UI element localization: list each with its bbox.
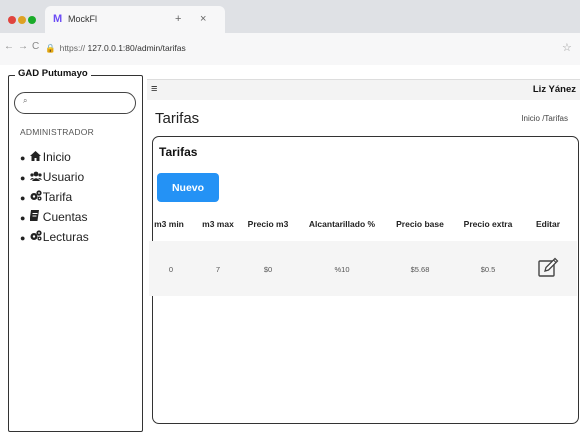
zoom-window-dot[interactable]	[28, 16, 36, 24]
gears-icon	[30, 228, 43, 248]
gears-icon	[30, 188, 43, 208]
bullet-icon: ●	[20, 233, 26, 243]
lock-icon: 🔒	[45, 43, 56, 53]
users-icon	[29, 168, 43, 188]
column-header-editar: Editar	[535, 219, 561, 229]
bullet-icon: ●	[20, 193, 26, 203]
bullet-icon: ●	[20, 153, 26, 163]
bullet-icon: ●	[20, 213, 26, 223]
edit-icon[interactable]	[537, 257, 559, 279]
sidebar-search-input[interactable]: ⌕	[14, 92, 136, 114]
new-button[interactable]: Nuevo	[157, 173, 219, 202]
sidebar-item-label: Usuario	[42, 170, 85, 184]
menu-icon[interactable]: ≡	[151, 83, 157, 95]
sidebar-title: GAD Putumayo	[15, 68, 91, 79]
search-icon: ⌕	[23, 96, 28, 105]
sidebar-section-label: ADMINISTRADOR	[20, 127, 94, 137]
minimize-window-dot[interactable]	[18, 16, 26, 24]
column-header-precio-extra: Precio extra	[463, 219, 513, 229]
sidebar-item-lecturas[interactable]: ● Lecturas	[20, 227, 89, 247]
table-row: 0 7 $0 %10 $5.68 $0.5	[149, 241, 577, 296]
cell-alcantarillado: %10	[334, 265, 350, 274]
page-title: Tarifas	[155, 110, 200, 127]
table-header: m3 min m3 max Precio m3 Alcantarillado %…	[153, 219, 578, 233]
tarifas-card: Tarifas Nuevo m3 min m3 max Precio m3 Al…	[149, 136, 579, 424]
url-path: 127.0.0.1:80/admin/tarifas	[87, 43, 186, 53]
breadcrumb[interactable]: Inicio /Tarifas	[521, 114, 568, 123]
cell-precio-m3: $0	[263, 265, 273, 274]
user-name[interactable]: Liz Yánez	[533, 84, 576, 95]
close-window-dot[interactable]	[8, 16, 16, 24]
sidebar-item-tarifa[interactable]: ● Tarifa	[20, 187, 89, 207]
forward-icon[interactable]: →	[18, 41, 28, 52]
sidebar-item-label: Cuentas	[42, 210, 88, 224]
back-icon[interactable]: ←	[4, 41, 14, 52]
cell-precio-extra: $0.5	[480, 265, 496, 274]
new-tab-button[interactable]: +	[175, 6, 181, 33]
top-navbar: ≡ Liz Yánez	[147, 79, 580, 100]
page-content: GAD Putumayo ⌕ ADMINISTRADOR ● Inicio ● …	[0, 65, 580, 437]
column-header-precio-base: Precio base	[396, 219, 444, 229]
url-field[interactable]: 🔒 https:// 127.0.0.1:80/admin/tarifas	[45, 39, 545, 57]
bookmark-star-icon[interactable]: ☆	[562, 41, 572, 54]
cell-m3-min: 0	[168, 265, 174, 274]
column-header-m3-min: m3 min	[154, 219, 184, 229]
main-content: ≡ Liz Yánez Tarifas Inicio /Tarifas Tari…	[147, 65, 580, 437]
sidebar-item-label: Tarifa	[42, 190, 73, 204]
tab-title: MockFl	[68, 14, 97, 24]
column-header-m3-max: m3 max	[202, 219, 234, 229]
browser-tab-bar: M MockFl + ×	[0, 0, 580, 33]
browser-tab[interactable]: M MockFl + ×	[45, 6, 225, 33]
document-icon	[29, 208, 43, 228]
sidebar-item-cuentas[interactable]: ● Cuentas	[20, 207, 89, 227]
bullet-icon: ●	[20, 173, 26, 183]
url-protocol: https://	[59, 43, 86, 53]
window-controls	[8, 11, 38, 29]
column-header-alcantarillado: Alcantarillado %	[308, 219, 376, 229]
reload-icon[interactable]: C	[32, 41, 39, 52]
sidebar-item-usuario[interactable]: ● Usuario	[20, 167, 89, 187]
app-logo-icon: M	[53, 13, 63, 25]
sidebar-item-label: Lecturas	[42, 230, 89, 244]
sidebar-menu: ● Inicio ● Usuario ● Tarifa ● Cuentas ● …	[20, 147, 89, 247]
address-bar: ← → C 🔒 https:// 127.0.0.1:80/admin/tarif…	[0, 33, 580, 66]
cell-m3-max: 7	[215, 265, 221, 274]
home-icon	[29, 148, 43, 168]
sidebar: GAD Putumayo ⌕ ADMINISTRADOR ● Inicio ● …	[8, 68, 143, 432]
sidebar-item-label: Inicio	[42, 150, 71, 164]
card-title: Tarifas	[159, 145, 198, 159]
cell-precio-base: $5.68	[410, 265, 430, 274]
column-header-precio-m3: Precio m3	[247, 219, 289, 229]
sidebar-item-inicio[interactable]: ● Inicio	[20, 147, 89, 167]
close-tab-button[interactable]: ×	[200, 6, 206, 33]
